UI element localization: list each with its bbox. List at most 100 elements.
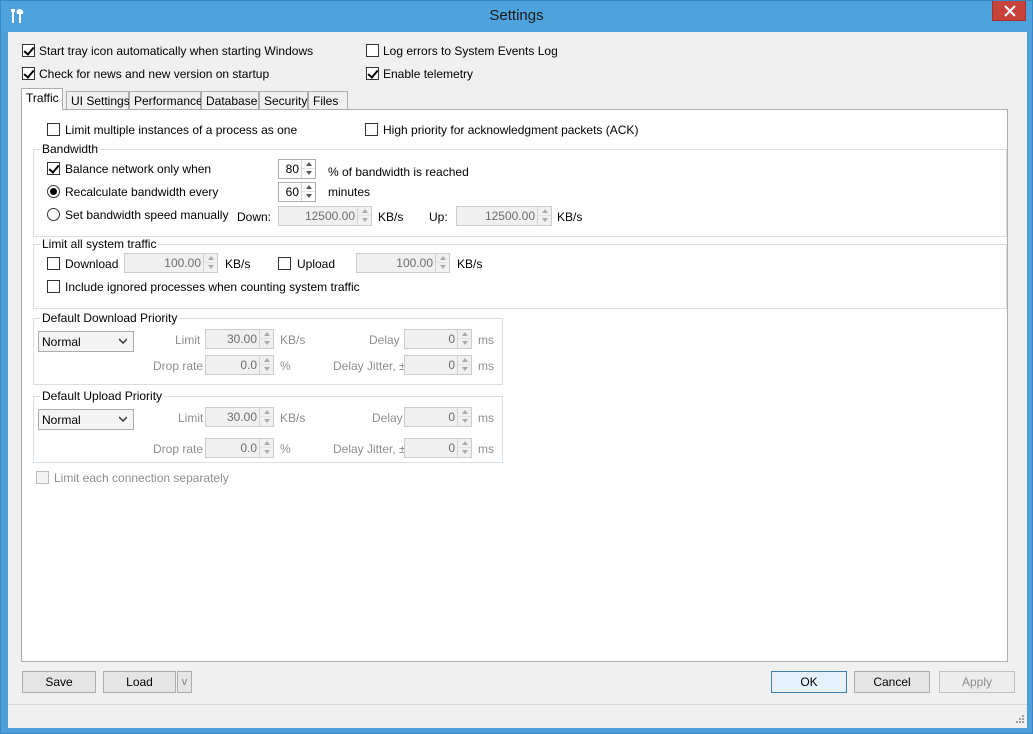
spin-down-arrow-icon[interactable] — [538, 216, 551, 225]
up-speed-spinner[interactable]: 12500.00 — [456, 206, 552, 226]
recalculate-minutes-spinner[interactable]: 60 — [278, 182, 316, 202]
download-drop-spinner[interactable]: 0.0 — [205, 355, 274, 375]
spin-down-arrow-icon[interactable] — [458, 448, 471, 457]
spin-up-arrow-icon[interactable] — [538, 207, 551, 216]
load-options-button[interactable]: v — [177, 671, 192, 693]
spin-down-arrow-icon[interactable] — [260, 339, 273, 348]
upload-delay-spinner[interactable]: 0 — [404, 407, 472, 427]
spin-down-arrow-icon[interactable] — [436, 263, 449, 272]
spin-up-arrow-icon[interactable] — [436, 254, 449, 263]
spin-up-arrow-icon[interactable] — [302, 183, 315, 192]
start-tray-checkbox[interactable] — [22, 44, 35, 57]
spin-up-arrow-icon[interactable] — [458, 356, 471, 365]
download-limit-spinner[interactable]: 30.00 — [205, 329, 274, 349]
tab-security[interactable]: Security — [259, 91, 308, 110]
limit-each-connection-checkbox[interactable] — [36, 471, 49, 484]
include-ignored-label: Include ignored processes when counting … — [65, 280, 360, 294]
spin-up-arrow-icon[interactable] — [260, 356, 273, 365]
resize-grip-icon[interactable] — [1013, 714, 1025, 726]
upload-priority-select[interactable]: Normal — [38, 409, 134, 430]
upload-drop-label: Drop rate — [153, 442, 204, 456]
tab-strip: Traffic UI Settings Performance Database… — [21, 88, 421, 110]
spin-down-arrow-icon[interactable] — [204, 263, 217, 272]
apply-button[interactable]: Apply — [939, 671, 1015, 693]
spin-down-arrow-icon[interactable] — [260, 365, 273, 374]
recalculate-radio[interactable] — [47, 185, 60, 198]
spin-up-arrow-icon[interactable] — [458, 330, 471, 339]
upload-drop-spinner[interactable]: 0.0 — [205, 438, 274, 458]
spin-up-arrow-icon[interactable] — [302, 160, 315, 169]
spin-up-arrow-icon[interactable] — [458, 439, 471, 448]
spin-up-arrow-icon[interactable] — [458, 408, 471, 417]
manual-speed-radio[interactable] — [47, 208, 60, 221]
system-download-spinner[interactable]: 100.00 — [124, 253, 218, 273]
upload-limit-spinner[interactable]: 30.00 — [205, 407, 274, 427]
spinner-arrows[interactable] — [203, 254, 217, 272]
spinner-arrows[interactable] — [259, 439, 273, 457]
spinner-arrows[interactable] — [457, 330, 471, 348]
spinner-arrows[interactable] — [259, 356, 273, 374]
spinner-arrows[interactable] — [357, 207, 371, 225]
upload-jitter-spinner[interactable]: 0 — [404, 438, 472, 458]
spinner-arrows[interactable] — [457, 408, 471, 426]
upload-priority-value: Normal — [42, 413, 81, 427]
spin-down-arrow-icon[interactable] — [260, 417, 273, 426]
tab-performance[interactable]: Performance — [129, 91, 203, 110]
download-delay-spinner[interactable]: 0 — [404, 329, 472, 349]
ok-button[interactable]: OK — [771, 671, 847, 693]
download-priority-select[interactable]: Normal — [38, 331, 134, 352]
cancel-button[interactable]: Cancel — [854, 671, 930, 693]
telemetry-checkbox[interactable] — [366, 67, 379, 80]
bandwidth-group-title: Bandwidth — [40, 142, 101, 156]
upload-drop-value: 0.0 — [240, 441, 257, 455]
spinner-arrows[interactable] — [457, 439, 471, 457]
down-unit: KB/s — [378, 210, 404, 224]
system-upload-checkbox[interactable] — [278, 257, 291, 270]
balance-percent-spinner[interactable]: 80 — [278, 159, 316, 179]
download-priority-value: Normal — [42, 335, 81, 349]
spin-down-arrow-icon[interactable] — [358, 216, 371, 225]
tab-database[interactable]: Database — [201, 91, 259, 110]
spinner-arrows[interactable] — [537, 207, 551, 225]
system-upload-spinner[interactable]: 100.00 — [356, 253, 450, 273]
spinner-arrows[interactable] — [301, 160, 315, 178]
manual-speed-label: Set bandwidth speed manually — [65, 208, 229, 222]
save-button[interactable]: Save — [22, 671, 96, 693]
close-button[interactable] — [992, 1, 1026, 21]
spinner-arrows[interactable] — [259, 408, 273, 426]
spin-up-arrow-icon[interactable] — [358, 207, 371, 216]
high-priority-ack-checkbox[interactable] — [365, 123, 378, 136]
spin-down-arrow-icon[interactable] — [260, 448, 273, 457]
load-button[interactable]: Load — [103, 671, 176, 693]
spinner-arrows[interactable] — [301, 183, 315, 201]
log-errors-checkbox[interactable] — [366, 44, 379, 57]
tab-traffic[interactable]: Traffic — [21, 88, 63, 110]
system-download-checkbox[interactable] — [47, 257, 60, 270]
balance-network-checkbox[interactable] — [47, 162, 60, 175]
spin-down-arrow-icon[interactable] — [302, 192, 315, 201]
spin-down-arrow-icon[interactable] — [458, 417, 471, 426]
check-news-checkbox[interactable] — [22, 67, 35, 80]
title-bar[interactable]: Settings — [1, 1, 1032, 32]
up-label: Up: — [429, 210, 448, 224]
download-drop-label: Drop rate — [153, 359, 204, 373]
spin-down-arrow-icon[interactable] — [302, 169, 315, 178]
spin-up-arrow-icon[interactable] — [260, 408, 273, 417]
spin-up-arrow-icon[interactable] — [204, 254, 217, 263]
spinner-arrows[interactable] — [259, 330, 273, 348]
down-speed-spinner[interactable]: 12500.00 — [278, 206, 372, 226]
tab-ui-settings[interactable]: UI Settings — [66, 91, 130, 110]
spin-up-arrow-icon[interactable] — [260, 439, 273, 448]
window-title: Settings — [489, 7, 544, 24]
limit-instances-checkbox[interactable] — [47, 123, 60, 136]
spinner-arrows[interactable] — [457, 356, 471, 374]
spin-up-arrow-icon[interactable] — [260, 330, 273, 339]
tab-files[interactable]: Files — [308, 91, 348, 110]
spin-down-arrow-icon[interactable] — [458, 339, 471, 348]
download-jitter-unit: ms — [478, 359, 494, 373]
system-upload-label: Upload — [297, 257, 336, 271]
include-ignored-checkbox[interactable] — [47, 280, 60, 293]
spinner-arrows[interactable] — [435, 254, 449, 272]
download-jitter-spinner[interactable]: 0 — [404, 355, 472, 375]
spin-down-arrow-icon[interactable] — [458, 365, 471, 374]
